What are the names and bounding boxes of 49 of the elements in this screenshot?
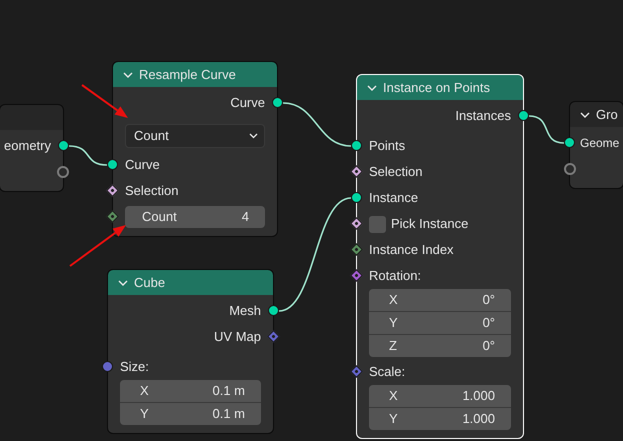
- socket-label: eometry: [4, 137, 51, 156]
- chevron-down-icon: [249, 133, 258, 139]
- vector-field[interactable]: Y 1.000: [369, 408, 511, 430]
- node-panel[interactable]: [570, 102, 623, 188]
- output-socket[interactable]: [272, 97, 283, 108]
- input-socket[interactable]: [564, 137, 575, 148]
- socket-label: Selection: [369, 163, 422, 182]
- count-field[interactable]: Count 4: [125, 206, 265, 228]
- socket-label: Selection: [125, 182, 178, 200]
- input-socket[interactable]: [351, 192, 362, 203]
- input-socket[interactable]: [564, 163, 576, 175]
- vector-field[interactable]: Y 0°: [369, 312, 511, 334]
- vector-field[interactable]: Y 0.1 m: [120, 403, 261, 425]
- socket-label: Scale:: [369, 363, 406, 382]
- node-panel[interactable]: [0, 105, 63, 191]
- socket-label: Size:: [120, 358, 149, 376]
- annotation-arrow: [81, 84, 128, 118]
- input-socket[interactable]: [102, 361, 113, 372]
- output-socket[interactable]: [518, 110, 529, 121]
- vector-field[interactable]: X 1.000: [369, 385, 511, 407]
- socket-label: Mesh: [229, 302, 261, 320]
- input-socket[interactable]: [107, 159, 118, 170]
- socket-label: Instance: [369, 189, 418, 208]
- output-socket[interactable]: [58, 140, 69, 151]
- socket-label: Rotation:: [369, 267, 422, 286]
- node-title: Instance on Points: [383, 78, 490, 97]
- output-socket[interactable]: [268, 305, 279, 316]
- node-title: Resample Curve: [139, 66, 236, 84]
- checkbox[interactable]: [369, 216, 386, 232]
- input-socket[interactable]: [351, 140, 362, 151]
- node-link: [528, 115, 564, 144]
- node-title: Cube: [134, 274, 166, 292]
- collapse-chevron-icon[interactable]: [580, 112, 590, 118]
- socket-label: Curve: [125, 156, 160, 174]
- node-title: Gro: [596, 106, 618, 124]
- vector-field[interactable]: X 0°: [369, 289, 511, 311]
- socket-label: Instances: [455, 107, 511, 126]
- vector-field[interactable]: Z 0°: [369, 335, 511, 357]
- annotation-arrow: [69, 225, 126, 267]
- vector-field[interactable]: X 0.1 m: [120, 380, 261, 402]
- checkbox-label: Pick Instance: [391, 215, 468, 234]
- mode-dropdown[interactable]: Count: [125, 124, 265, 148]
- socket-label: Geome: [580, 135, 620, 152]
- socket-label: UV Map: [214, 328, 261, 346]
- node-link: [68, 145, 108, 166]
- output-socket[interactable]: [57, 166, 69, 178]
- socket-label: Curve: [230, 94, 265, 112]
- socket-label: Instance Index: [369, 241, 454, 260]
- socket-label: Points: [369, 137, 406, 156]
